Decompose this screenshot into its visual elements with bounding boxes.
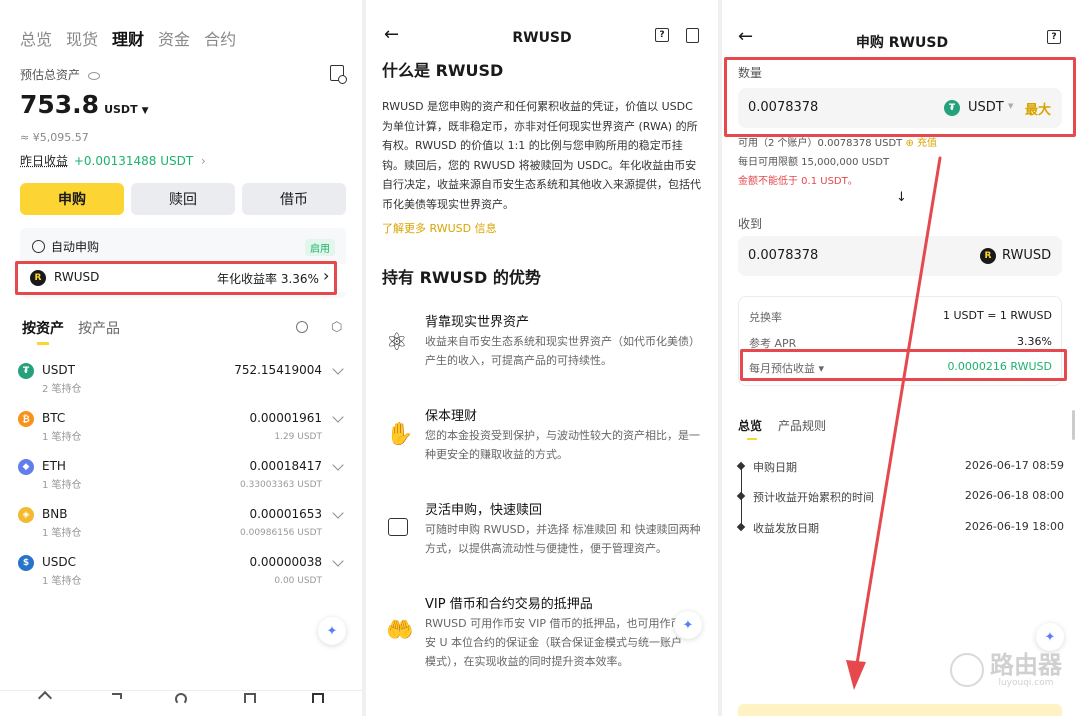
auto-subscribe-label: 自动申购 bbox=[51, 240, 100, 254]
tab-by-product[interactable]: 按产品 bbox=[78, 318, 120, 338]
coin-icon: ₿ bbox=[18, 411, 34, 427]
chevron-down-icon[interactable] bbox=[332, 507, 344, 519]
trade-icon[interactable] bbox=[175, 693, 187, 705]
wealth-panel: 总览 现货 理财 资金 合约 预估总资产 753.8 USDT ▼ ≈ ¥5,0… bbox=[0, 0, 362, 716]
feature-desc: 您的本金投资受到保护，与波动性较大的资产相比，是一种更安全的赚取收益的方式。 bbox=[425, 429, 700, 461]
rwusd-product-row[interactable]: R RWUSD 年化收益率 3.36% › bbox=[20, 264, 346, 292]
chevron-down-icon[interactable] bbox=[332, 555, 344, 567]
section-heading: 什么是 RWUSD bbox=[382, 61, 504, 80]
advantages-heading: 持有 RWUSD 的优势 bbox=[382, 268, 541, 287]
est-assets-label: 预估总资产 bbox=[20, 66, 100, 83]
futures-icon[interactable] bbox=[244, 693, 256, 703]
collateral-hand-icon: 🤲 bbox=[386, 618, 414, 643]
tab-overview[interactable]: 总览 bbox=[20, 26, 52, 50]
asset-amount: 0.00000038 bbox=[249, 555, 322, 569]
borrow-button[interactable]: 借币 bbox=[242, 183, 346, 215]
asset-row[interactable]: ◈ BNB 1 笔持仓 0.00001653 0.00986156 USDT bbox=[0, 504, 362, 548]
asset-row[interactable]: ◆ ETH 1 笔持仓 0.00018417 0.33003363 USDT bbox=[0, 456, 362, 500]
asset-amount: 752.15419004 bbox=[234, 363, 322, 377]
flexible-icon bbox=[388, 518, 408, 536]
asset-positions: 2 笔持仓 bbox=[42, 384, 82, 395]
asset-row[interactable]: ₿ BTC 1 笔持仓 0.00001961 1.29 USDT bbox=[0, 408, 362, 452]
assistant-icon[interactable]: ✦ bbox=[674, 611, 702, 639]
tab-earn[interactable]: 理财 bbox=[112, 26, 144, 50]
annotation-arrow bbox=[846, 156, 942, 690]
rwusd-icon: R bbox=[30, 270, 46, 286]
asset-usdt-value: 0.33003363 USDT bbox=[240, 480, 322, 490]
chevron-down-icon[interactable] bbox=[332, 459, 344, 471]
history-icon[interactable] bbox=[330, 65, 347, 84]
asset-symbol: ETH bbox=[42, 459, 66, 473]
status-badge: 启用 bbox=[305, 239, 335, 256]
hexagon-settings-icon[interactable]: ⬡ bbox=[331, 320, 342, 335]
wallet-icon[interactable] bbox=[312, 693, 324, 703]
feature-title: 背靠现实世界资产 bbox=[425, 315, 530, 330]
yesterday-pnl[interactable]: 昨日收益 +0.00131488 USDT › bbox=[20, 152, 206, 169]
eye-icon[interactable] bbox=[87, 71, 100, 80]
learn-more-link[interactable]: 了解更多 RWUSD 信息 bbox=[382, 220, 497, 236]
coin-icon: ◆ bbox=[18, 459, 34, 475]
bottom-nav bbox=[0, 690, 362, 716]
feature-title: 保本理财 bbox=[425, 409, 478, 424]
feature-desc: 可随时申购 RWUSD，并选择 标准赎回 和 快速赎回两种方式，以提供高流动性与… bbox=[425, 523, 701, 555]
asset-amount: 0.00001961 bbox=[249, 411, 322, 425]
total-assets: 753.8 USDT ▼ bbox=[20, 90, 149, 119]
feature-desc: 收益来自币安生态系统和现实世界资产（如代币化美债）产生的收入，可提高产品的可持续… bbox=[425, 335, 700, 367]
asset-usdt-value: 1.29 USDT bbox=[274, 432, 322, 442]
asset-symbol: BNB bbox=[42, 507, 68, 521]
auto-subscribe-icon bbox=[32, 240, 45, 253]
asset-positions: 1 笔持仓 bbox=[42, 432, 82, 443]
tab-funding[interactable]: 资金 bbox=[158, 26, 190, 50]
tab-by-asset[interactable]: 按资产 bbox=[22, 318, 64, 338]
asset-positions: 1 笔持仓 bbox=[42, 576, 82, 587]
subscribe-button[interactable]: 申购 bbox=[20, 183, 124, 215]
search-icon[interactable] bbox=[296, 321, 308, 333]
top-tabs: 总览 现货 理财 资金 合约 bbox=[20, 26, 236, 50]
caret-down-icon[interactable]: ▼ bbox=[142, 106, 149, 116]
feature-title: 灵活申购，快速赎回 bbox=[425, 503, 543, 518]
cny-value: ≈ ¥5,095.57 bbox=[20, 131, 89, 144]
feature-desc: RWUSD 可用作币安 VIP 借币的抵押品，也可用作币安 U 本位合约的保证金… bbox=[425, 617, 683, 668]
asset-symbol: USDC bbox=[42, 555, 77, 569]
subscribe-panel: ← 申购 RWUSD ? 数量 0.0078378 ₮ USDT ▼ 最大 可用… bbox=[722, 0, 1092, 716]
router-logo-icon bbox=[950, 653, 984, 687]
help-icon[interactable]: ? bbox=[655, 28, 669, 42]
asset-symbol: USDT bbox=[42, 363, 75, 377]
coin-icon: $ bbox=[18, 555, 34, 571]
feature-title: VIP 借币和合约交易的抵押品 bbox=[425, 597, 593, 612]
asset-positions: 1 笔持仓 bbox=[42, 528, 82, 539]
asset-usdt-value: 0.00986156 USDT bbox=[240, 528, 322, 538]
asset-row[interactable]: $ USDC 1 笔持仓 0.00000038 0.00 USDT bbox=[0, 552, 362, 596]
markets-icon[interactable] bbox=[112, 693, 122, 699]
chevron-down-icon[interactable] bbox=[332, 363, 344, 375]
intro-text: RWUSD 是您申购的资产和任何累积收益的凭证，价值以 USDC 为单位计算，既… bbox=[382, 100, 701, 211]
asset-amount: 0.00018417 bbox=[249, 459, 322, 473]
redeem-button[interactable]: 赎回 bbox=[131, 183, 235, 215]
rwusd-info-panel: ← RWUSD ? 什么是 RWUSD RWUSD 是您申购的资产和任何累积收益… bbox=[366, 0, 718, 716]
asset-amount: 0.00001653 bbox=[249, 507, 322, 521]
assistant-icon[interactable]: ✦ bbox=[318, 617, 346, 645]
shield-hand-icon: ✋ bbox=[386, 422, 414, 447]
atom-icon: ⚛ bbox=[386, 328, 408, 356]
tab-spot[interactable]: 现货 bbox=[66, 26, 98, 50]
view-tabs: 按资产 按产品 bbox=[22, 318, 120, 338]
coin-icon: ₮ bbox=[18, 363, 34, 379]
tab-futures[interactable]: 合约 bbox=[204, 26, 236, 50]
active-tab-indicator bbox=[37, 342, 49, 345]
watermark: 路由器 luyouqi.com bbox=[950, 652, 1062, 688]
chevron-right-icon: › bbox=[323, 266, 330, 285]
asset-symbol: BTC bbox=[42, 411, 66, 425]
chevron-down-icon[interactable] bbox=[332, 411, 344, 423]
chevron-right-icon: › bbox=[201, 154, 206, 168]
asset-positions: 1 笔持仓 bbox=[42, 480, 82, 491]
asset-usdt-value: 0.00 USDT bbox=[274, 576, 322, 586]
coin-icon: ◈ bbox=[18, 507, 34, 523]
asset-row[interactable]: ₮ USDT 2 笔持仓 752.15419004 bbox=[0, 360, 362, 404]
home-icon[interactable] bbox=[37, 690, 53, 706]
history-icon[interactable] bbox=[686, 28, 699, 43]
